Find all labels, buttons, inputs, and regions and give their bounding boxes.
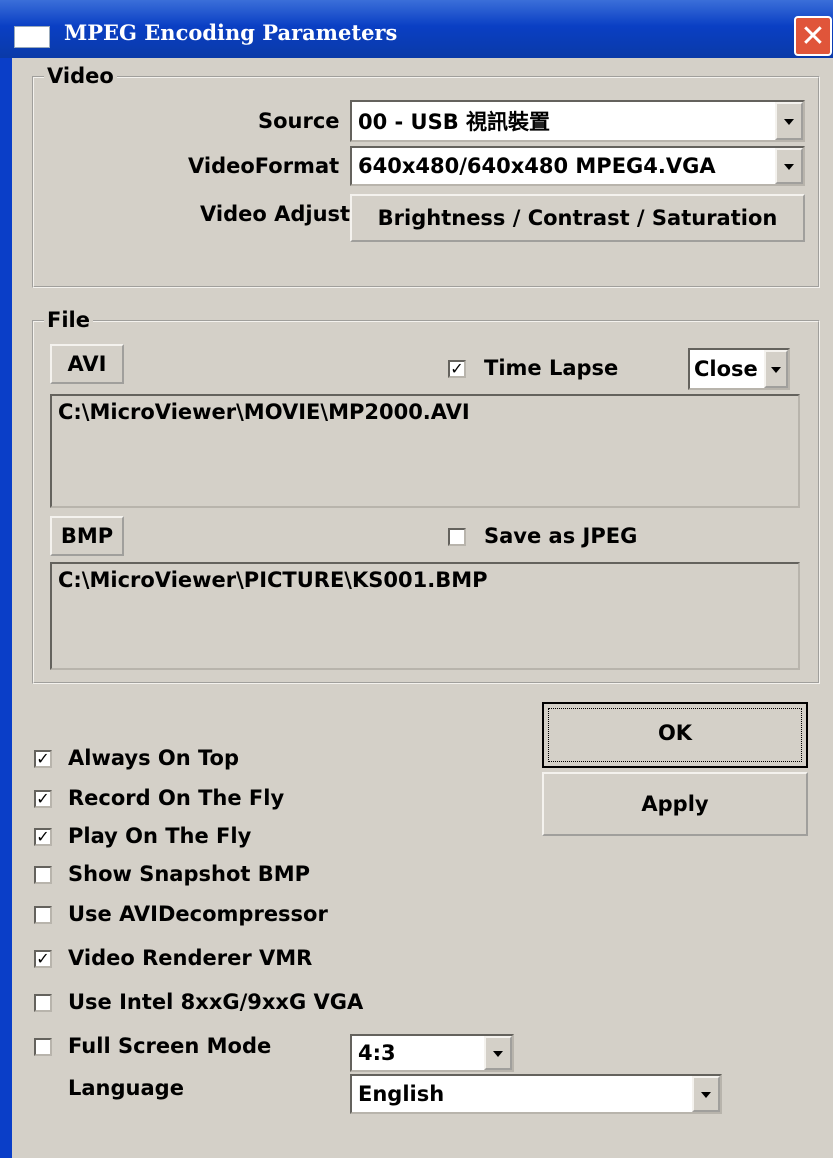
video-format-label: VideoFormat xyxy=(188,154,340,178)
video-group-label: Video xyxy=(44,64,117,88)
full-screen-mode-checkbox[interactable] xyxy=(34,1038,52,1056)
title-bar[interactable]: MPEG Encoding Parameters ✕ xyxy=(0,0,833,58)
close-button[interactable]: ✕ xyxy=(794,16,832,56)
chevron-down-icon[interactable] xyxy=(692,1076,720,1112)
video-format-value: 640x480/640x480 MPEG4.VGA xyxy=(358,154,716,178)
ok-button[interactable]: OK xyxy=(542,702,808,768)
time-lapse-value: Close xyxy=(694,357,758,381)
always-on-top-label: Always On Top xyxy=(68,746,239,770)
video-adjust-button[interactable]: Brightness / Contrast / Saturation xyxy=(350,194,805,242)
avi-button[interactable]: AVI xyxy=(50,344,124,384)
chevron-down-icon[interactable] xyxy=(764,350,788,388)
source-value: 00 - USB 視訊裝置 xyxy=(358,110,551,134)
avi-path-field[interactable]: C:\MicroViewer\MOVIE\MP2000.AVI xyxy=(50,394,800,508)
fullscreen-ratio-dropdown[interactable]: 4:3 xyxy=(350,1034,514,1072)
use-avidecompressor-checkbox[interactable] xyxy=(34,906,52,924)
show-snapshot-bmp-label: Show Snapshot BMP xyxy=(68,862,311,886)
bmp-button[interactable]: BMP xyxy=(50,516,124,556)
video-format-dropdown[interactable]: 640x480/640x480 MPEG4.VGA xyxy=(350,146,805,186)
save-jpeg-checkbox[interactable] xyxy=(448,528,466,546)
app-icon xyxy=(14,26,50,48)
window-title: MPEG Encoding Parameters xyxy=(64,20,398,45)
record-on-the-fly-label: Record On The Fly xyxy=(68,786,285,810)
language-value: English xyxy=(358,1082,445,1106)
use-intel-vga-label: Use Intel 8xxG/9xxG VGA xyxy=(68,990,364,1014)
source-dropdown[interactable]: 00 - USB 視訊裝置 xyxy=(350,100,805,142)
ok-label: OK xyxy=(657,721,693,745)
chevron-down-icon[interactable] xyxy=(484,1036,512,1070)
video-adjust-label: Video Adjust xyxy=(200,202,351,226)
time-lapse-label: Time Lapse xyxy=(484,356,619,380)
file-group-label: File xyxy=(44,308,93,332)
chevron-down-icon[interactable] xyxy=(775,148,803,184)
bmp-path-field[interactable]: C:\MicroViewer\PICTURE\KS001.BMP xyxy=(50,562,800,670)
use-avidecompressor-label: Use AVIDecompressor xyxy=(68,902,328,926)
video-renderer-vmr-checkbox[interactable]: ✓ xyxy=(34,950,52,968)
play-on-the-fly-label: Play On The Fly xyxy=(68,824,252,848)
always-on-top-checkbox[interactable]: ✓ xyxy=(34,750,52,768)
play-on-the-fly-checkbox[interactable]: ✓ xyxy=(34,828,52,846)
close-icon: ✕ xyxy=(800,19,826,54)
save-jpeg-label: Save as JPEG xyxy=(484,524,638,548)
chevron-down-icon[interactable] xyxy=(775,102,803,140)
show-snapshot-bmp-checkbox[interactable] xyxy=(34,866,52,884)
time-lapse-checkbox[interactable]: ✓ xyxy=(448,360,466,378)
video-renderer-vmr-label: Video Renderer VMR xyxy=(68,946,313,970)
language-label: Language xyxy=(68,1076,184,1100)
language-dropdown[interactable]: English xyxy=(350,1074,722,1114)
window-border-left xyxy=(0,58,12,1158)
fullscreen-ratio-value: 4:3 xyxy=(358,1041,396,1065)
use-intel-vga-checkbox[interactable] xyxy=(34,994,52,1012)
full-screen-mode-label: Full Screen Mode xyxy=(68,1034,272,1058)
apply-button[interactable]: Apply xyxy=(542,772,808,836)
source-label: Source xyxy=(258,109,340,133)
record-on-the-fly-checkbox[interactable]: ✓ xyxy=(34,790,52,808)
time-lapse-dropdown[interactable]: Close xyxy=(688,348,790,390)
